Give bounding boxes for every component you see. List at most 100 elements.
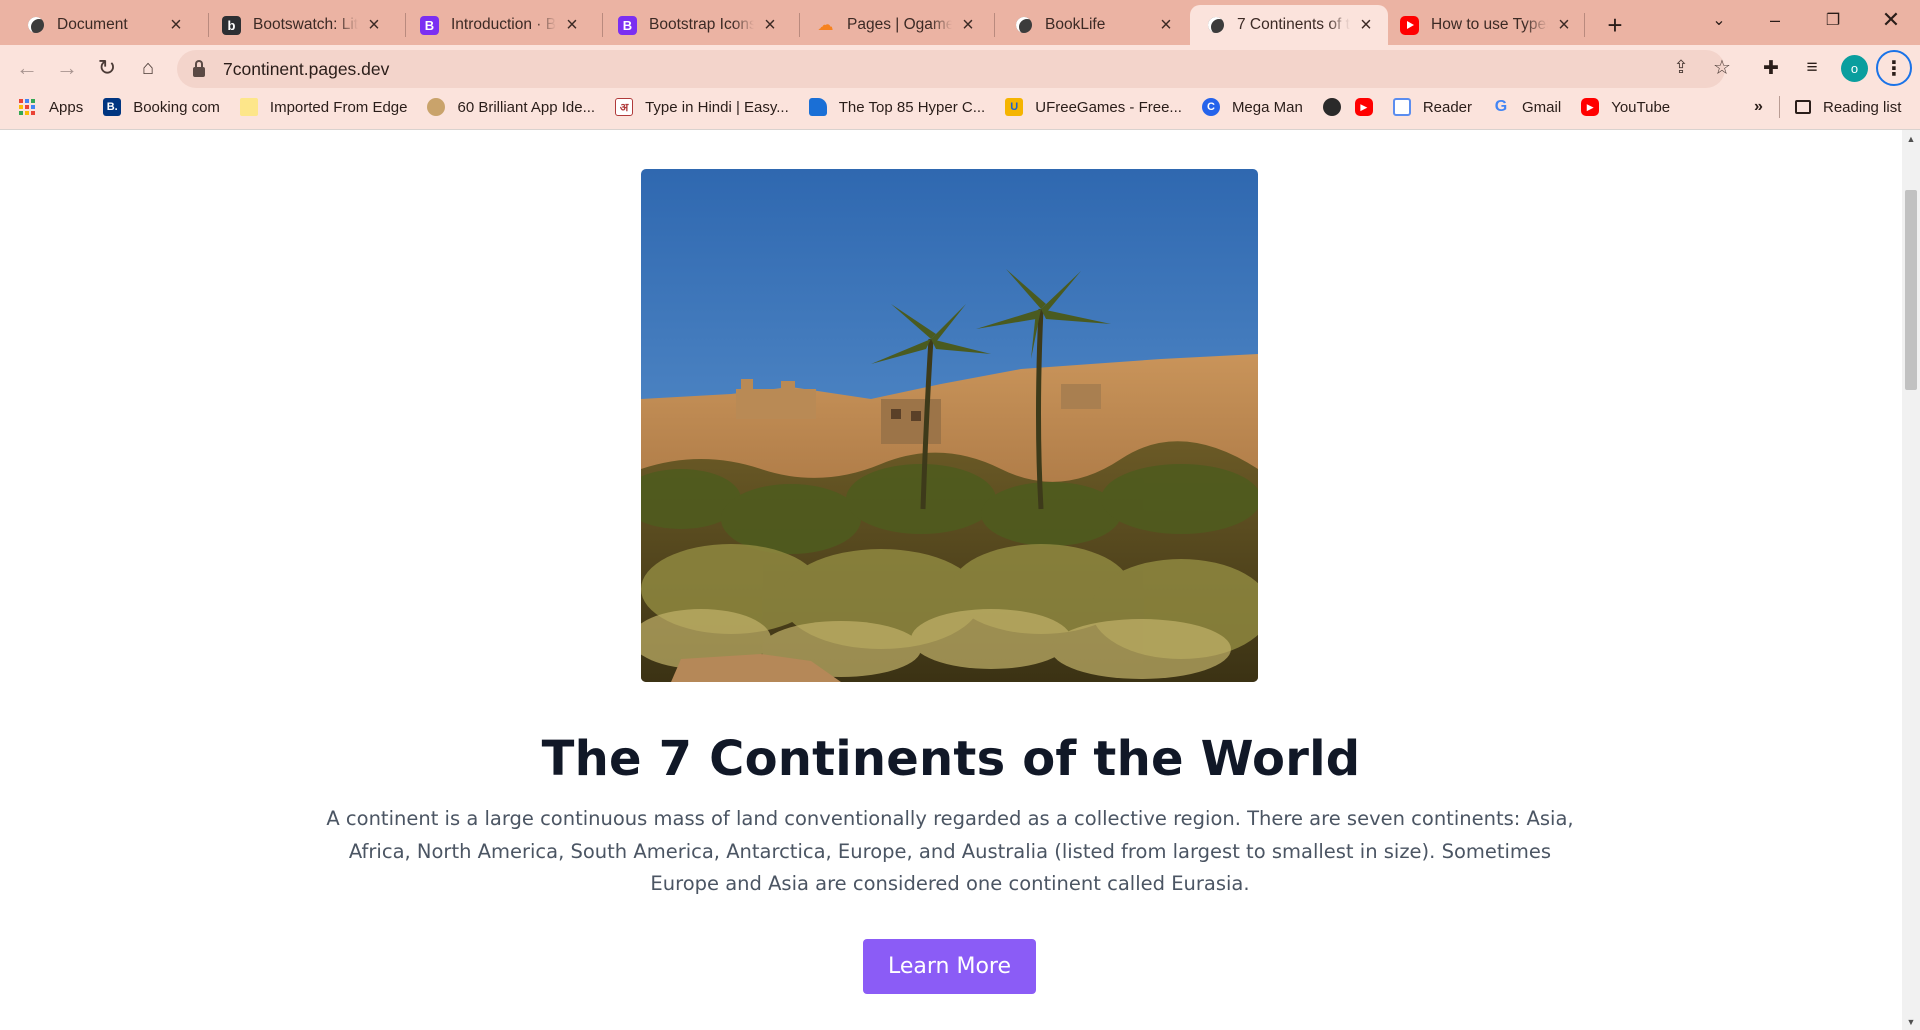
tab-strip: Document × b Bootswatch: Literally × B I… xyxy=(0,0,1920,45)
globe-icon xyxy=(26,16,45,35)
scroll-down-arrow-icon[interactable]: ▼ xyxy=(1902,1013,1920,1030)
bookmark-hyper-casual[interactable]: The Top 85 Hyper C... xyxy=(808,98,986,116)
new-tab-button[interactable]: + xyxy=(1599,9,1631,41)
bookmark-label: Gmail xyxy=(1522,98,1562,116)
tab-continents[interactable]: 7 Continents of the World × xyxy=(1190,5,1388,45)
tab-title: Bootswatch: Literally xyxy=(253,16,358,33)
url-text[interactable]: 7continent.pages.dev xyxy=(223,59,389,80)
bookmark-label: Booking com xyxy=(133,98,220,116)
home-button[interactable]: ⌂ xyxy=(131,51,165,85)
tab-typescript[interactable]: How to use TypeScript × xyxy=(1388,5,1586,45)
bookmark-gmail[interactable]: G Gmail xyxy=(1492,98,1561,116)
bootswatch-icon: b xyxy=(222,15,241,35)
bookmark-type-in-hindi[interactable]: अ Type in Hindi | Easy... xyxy=(615,98,789,116)
tab-introduction[interactable]: B Introduction · Bootstrap × xyxy=(396,5,594,45)
bookmark-globe[interactable] xyxy=(1322,98,1341,116)
reading-list-label: Reading list xyxy=(1823,98,1902,116)
forward-button[interactable]: → xyxy=(50,51,84,85)
tab-title: BookLife xyxy=(1045,16,1106,33)
bookmark-label: YouTube xyxy=(1611,98,1671,116)
youtube-icon: ▶ xyxy=(1354,98,1373,116)
close-tab-icon[interactable]: × xyxy=(1356,14,1376,36)
tab-separator xyxy=(1584,13,1585,37)
share-icon[interactable]: ⇪ xyxy=(1664,50,1698,84)
tab-document[interactable]: Document × xyxy=(0,5,198,45)
idea-icon xyxy=(427,98,446,116)
bookmarks-bar: Apps B. Booking com Imported From Edge 6… xyxy=(0,89,1920,125)
reading-list-button[interactable]: Reading list xyxy=(1795,89,1901,125)
restore-button[interactable]: ❐ xyxy=(1805,0,1861,40)
folder-icon xyxy=(239,98,258,116)
learn-more-button[interactable]: Learn More xyxy=(863,939,1036,994)
close-tab-icon[interactable]: × xyxy=(364,14,384,36)
scroll-thumb[interactable] xyxy=(1905,190,1917,390)
bookmark-star-icon[interactable]: ☆ xyxy=(1705,50,1739,84)
bookmark-apps[interactable]: Apps xyxy=(19,99,83,116)
cloudflare-icon: ☁ xyxy=(817,17,834,34)
bookmark-booking[interactable]: B. Booking com xyxy=(103,98,220,116)
page-title: The 7 Continents of the World xyxy=(541,731,1361,787)
bookmark-imported-from-edge[interactable]: Imported From Edge xyxy=(239,98,408,116)
globe-icon xyxy=(1014,16,1033,35)
minimize-button[interactable]: – xyxy=(1747,0,1803,40)
page-description: A continent is a large continuous mass o… xyxy=(326,807,1574,895)
tab-pages[interactable]: ☁ Pages | Ogamethod × xyxy=(792,5,990,45)
tab-title: Pages | Ogamethod xyxy=(847,16,952,33)
tab-title: Bootstrap Icons · xyxy=(649,16,754,33)
bookmark-label: Apps xyxy=(49,98,84,116)
bookmark-label: Imported From Edge xyxy=(269,98,408,116)
extensions-icon[interactable]: ✚ xyxy=(1754,51,1788,85)
profile-avatar[interactable]: o xyxy=(1841,55,1868,82)
bookmark-ufreegames[interactable]: U UFreeGames - Free... xyxy=(1005,98,1182,116)
bootstrap-icon: B xyxy=(618,15,637,35)
bookmark-label: Reader xyxy=(1422,98,1473,116)
reader-icon xyxy=(1392,98,1411,116)
bookmarks-overflow-button[interactable]: » xyxy=(1754,89,1763,125)
web-page: The 7 Continents of the World A continen… xyxy=(0,130,1902,1030)
reload-button[interactable]: ↻ xyxy=(90,51,124,85)
megaman-icon: C xyxy=(1201,98,1220,116)
close-tab-icon[interactable]: × xyxy=(1554,14,1574,36)
close-tab-icon[interactable]: × xyxy=(958,14,978,36)
bookmark-youtube-icon-only[interactable]: ▶ xyxy=(1354,98,1373,116)
page-scrollbar[interactable]: ▲ ▼ xyxy=(1902,130,1920,1030)
hindi-icon: अ xyxy=(615,98,634,116)
close-tab-icon[interactable]: × xyxy=(760,14,780,36)
bookmark-label: UFreeGames - Free... xyxy=(1035,98,1182,116)
bootstrap-icon: B xyxy=(420,15,439,35)
close-window-button[interactable]: ✕ xyxy=(1863,0,1919,40)
bookmark-label: The Top 85 Hyper C... xyxy=(838,98,986,116)
bookmark-label: 60 Brilliant App Ide... xyxy=(457,98,596,116)
back-button[interactable]: ← xyxy=(10,51,44,85)
chrome-menu-button[interactable]: ⋮ xyxy=(1876,50,1912,86)
bookmark-reader[interactable]: Reader xyxy=(1392,98,1473,116)
tab-bootstrap-icons[interactable]: B Bootstrap Icons · × xyxy=(594,5,792,45)
tab-search-icon[interactable]: ⌄ xyxy=(1691,0,1747,40)
lock-icon[interactable] xyxy=(193,59,205,77)
reading-list-icon xyxy=(1795,100,1811,114)
tab-title: How to use TypeScript xyxy=(1431,16,1548,33)
booking-icon: B. xyxy=(103,98,122,116)
close-tab-icon[interactable]: × xyxy=(562,14,582,36)
youtube-icon xyxy=(1400,15,1419,35)
google-icon: G xyxy=(1494,98,1508,115)
bookmark-youtube[interactable]: ▶ YouTube xyxy=(1581,98,1670,116)
scroll-up-arrow-icon[interactable]: ▲ xyxy=(1902,130,1920,147)
bookmark-mega-man[interactable]: C Mega Man xyxy=(1201,98,1303,116)
globe-icon xyxy=(1206,16,1225,35)
close-tab-icon[interactable]: × xyxy=(1156,14,1176,36)
tab-title: 7 Continents of the World xyxy=(1237,16,1350,33)
tab-booklife[interactable]: BookLife × xyxy=(990,5,1188,45)
tab-title: Introduction · Bootstrap xyxy=(451,16,556,33)
hyper-icon xyxy=(808,98,827,116)
bookmarks-divider xyxy=(1779,96,1780,118)
bookmark-app-ideas[interactable]: 60 Brilliant App Ide... xyxy=(427,98,595,116)
media-control-icon[interactable]: ≡ xyxy=(1795,51,1829,85)
bookmark-label: Type in Hindi | Easy... xyxy=(645,98,789,116)
tab-bootswatch[interactable]: b Bootswatch: Literally × xyxy=(198,5,396,45)
close-tab-icon[interactable]: × xyxy=(166,14,186,36)
apps-grid-icon xyxy=(19,99,35,115)
address-bar[interactable]: 7continent.pages.dev xyxy=(177,50,1725,88)
bookmark-label: Mega Man xyxy=(1231,98,1303,116)
youtube-icon: ▶ xyxy=(1581,98,1600,116)
